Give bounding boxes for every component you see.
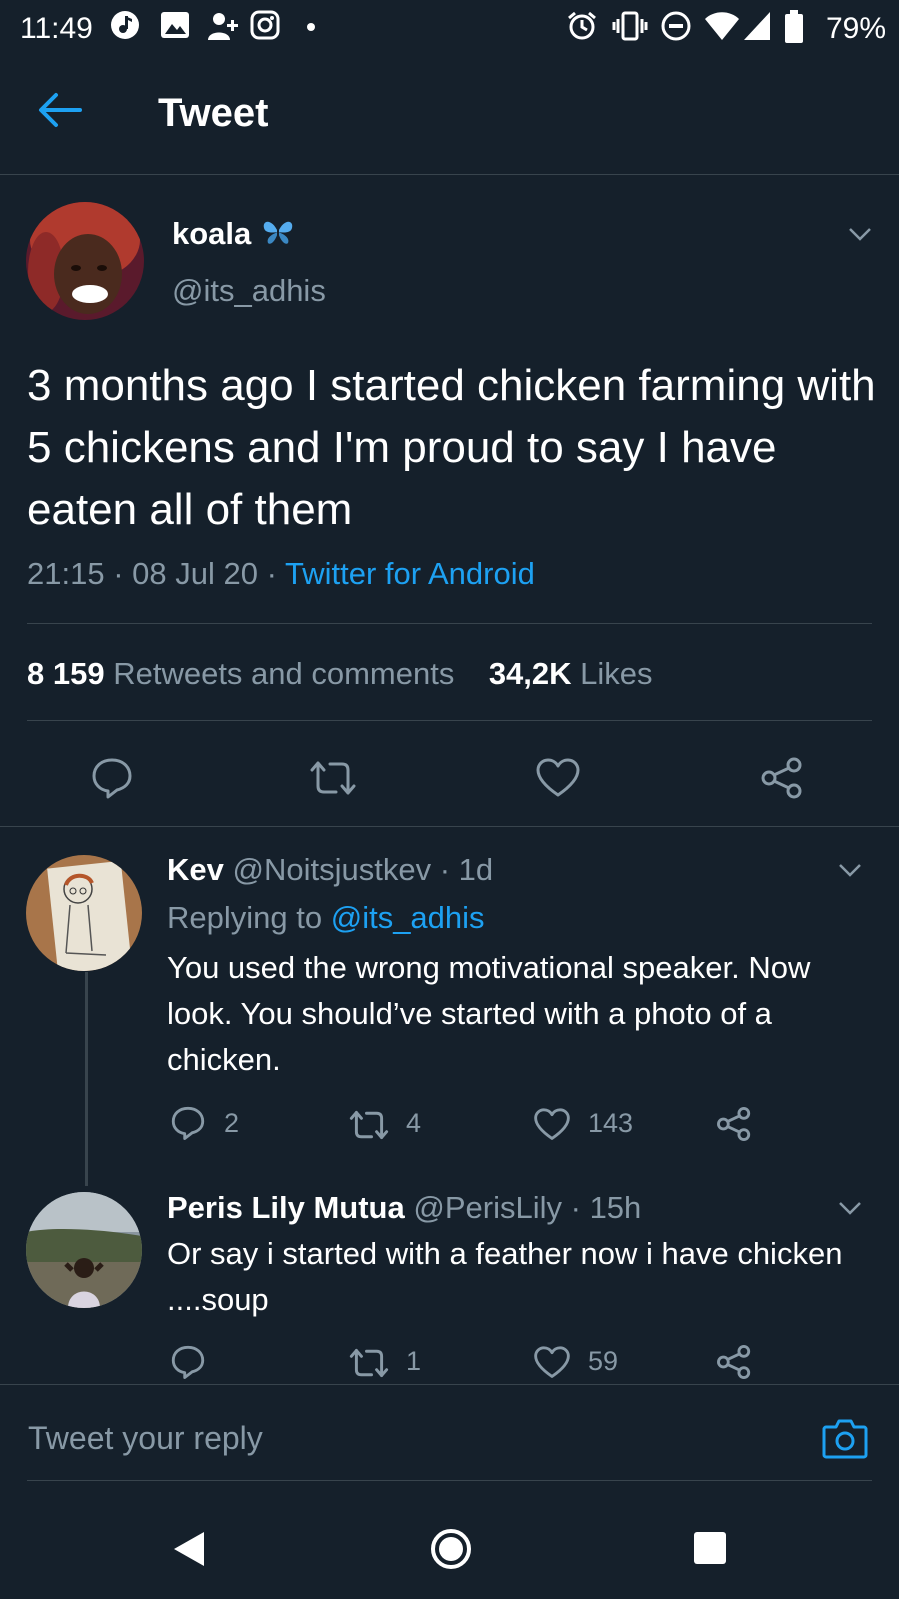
likes-stat[interactable]: 34,2K Likes <box>489 656 653 691</box>
nav-back-icon[interactable] <box>172 1530 206 1568</box>
retweets-stat[interactable]: 8 159 Retweets and comments <box>27 656 454 691</box>
nav-home-icon[interactable] <box>430 1528 472 1570</box>
reply-retweet-icon[interactable] <box>348 1108 390 1142</box>
reply-share-icon[interactable] <box>716 1106 752 1142</box>
wifi-icon <box>704 10 740 42</box>
reply-author-name[interactable]: Peris Lily Mutua <box>167 1190 405 1225</box>
reply-header: Kev @Noitsjustkev · 1d <box>167 852 494 887</box>
instagram-icon <box>250 10 280 40</box>
tweet-timestamp: 21:15 · 08 Jul 20 · Twitter for Android <box>27 556 535 591</box>
replying-to-handle[interactable]: @its_adhis <box>331 900 485 935</box>
tweet-time: 21:15 <box>27 556 105 591</box>
reply-heart-icon[interactable] <box>534 1108 570 1141</box>
author-handle[interactable]: @its_adhis <box>172 273 326 309</box>
reply-comment-count: 2 <box>224 1108 240 1138</box>
reply-retweet-count: 4 <box>406 1108 422 1138</box>
app-header: Tweet <box>0 56 899 175</box>
tweet-actions <box>0 748 899 808</box>
divider <box>27 623 872 624</box>
replying-to-label: Replying to <box>167 900 323 935</box>
butterfly-emoji-icon <box>262 218 294 246</box>
reply-comment-icon[interactable] <box>170 1344 206 1380</box>
status-time: 11:49 <box>20 12 93 45</box>
image-icon <box>160 10 190 40</box>
battery-icon <box>784 10 804 44</box>
divider <box>27 720 872 721</box>
vibrate-icon <box>612 10 648 42</box>
share-icon[interactable] <box>760 756 804 800</box>
reply-input[interactable]: Tweet your reply <box>28 1420 263 1457</box>
retweet-icon[interactable] <box>308 758 358 798</box>
page-title: Tweet <box>158 91 269 135</box>
reply-author-handle[interactable]: @PerisLily <box>413 1190 562 1225</box>
comment-icon[interactable] <box>90 756 134 800</box>
reply-author-name[interactable]: Kev <box>167 852 224 887</box>
divider <box>27 1480 872 1481</box>
reply-like-count: 143 <box>588 1108 634 1138</box>
reply-comment-icon[interactable] <box>170 1105 206 1141</box>
reply-heart-icon[interactable] <box>534 1346 570 1379</box>
status-bar: 11:49 79% <box>0 0 899 56</box>
do-not-disturb-icon <box>660 10 692 42</box>
replying-to: Replying to @its_adhis <box>167 900 485 936</box>
nav-recents-icon[interactable] <box>692 1530 728 1566</box>
tweet-date: 08 Jul 20 <box>132 556 258 591</box>
reply-retweet-icon[interactable] <box>348 1346 390 1380</box>
reply-author-handle[interactable]: @Noitsjustkev <box>233 852 432 887</box>
camera-icon[interactable] <box>822 1417 868 1459</box>
reply-age: 15h <box>589 1190 642 1225</box>
thread-connector <box>85 972 88 1186</box>
reply-text: You used the wrong motivational speaker.… <box>167 950 811 1077</box>
alarm-icon <box>566 10 598 42</box>
cell-signal-icon <box>742 10 772 42</box>
reply-text: Or say i started with a feather now i ha… <box>167 1236 843 1317</box>
more-notifications-dot-icon <box>306 22 316 32</box>
divider <box>0 1384 899 1385</box>
retweets-count: 8 159 <box>27 656 105 691</box>
chevron-down-icon[interactable] <box>848 226 872 242</box>
reply-like-count: 59 <box>588 1346 619 1376</box>
divider <box>0 826 899 827</box>
battery-percentage: 79% <box>826 12 887 45</box>
tweet-stats: 8 159 Retweets and comments 34,2K Likes <box>27 656 653 692</box>
chevron-down-icon[interactable] <box>838 862 862 878</box>
reply-age: 1d <box>458 852 494 887</box>
reply-header: Peris Lily Mutua @PerisLily · 15h <box>167 1190 642 1225</box>
heart-icon[interactable] <box>536 758 580 798</box>
chevron-down-icon[interactable] <box>838 1200 862 1216</box>
likes-count: 34,2K <box>488 656 572 691</box>
reply-avatar[interactable] <box>26 855 142 971</box>
retweets-label: Retweets and comments <box>113 656 455 691</box>
author-avatar[interactable] <box>26 202 144 320</box>
likes-label: Likes <box>580 656 653 691</box>
music-note-icon <box>110 10 140 40</box>
tweet-source-link[interactable]: Twitter for Android <box>285 556 535 591</box>
back-arrow-icon[interactable] <box>38 92 82 128</box>
tweet-text: 3 months ago I started chicken farming w… <box>27 361 876 534</box>
reply-share-icon[interactable] <box>716 1344 752 1380</box>
add-contact-icon <box>207 10 239 42</box>
reply-avatar[interactable] <box>26 1192 142 1308</box>
author-name[interactable]: koala <box>172 216 251 252</box>
reply-retweet-count: 1 <box>406 1346 422 1376</box>
